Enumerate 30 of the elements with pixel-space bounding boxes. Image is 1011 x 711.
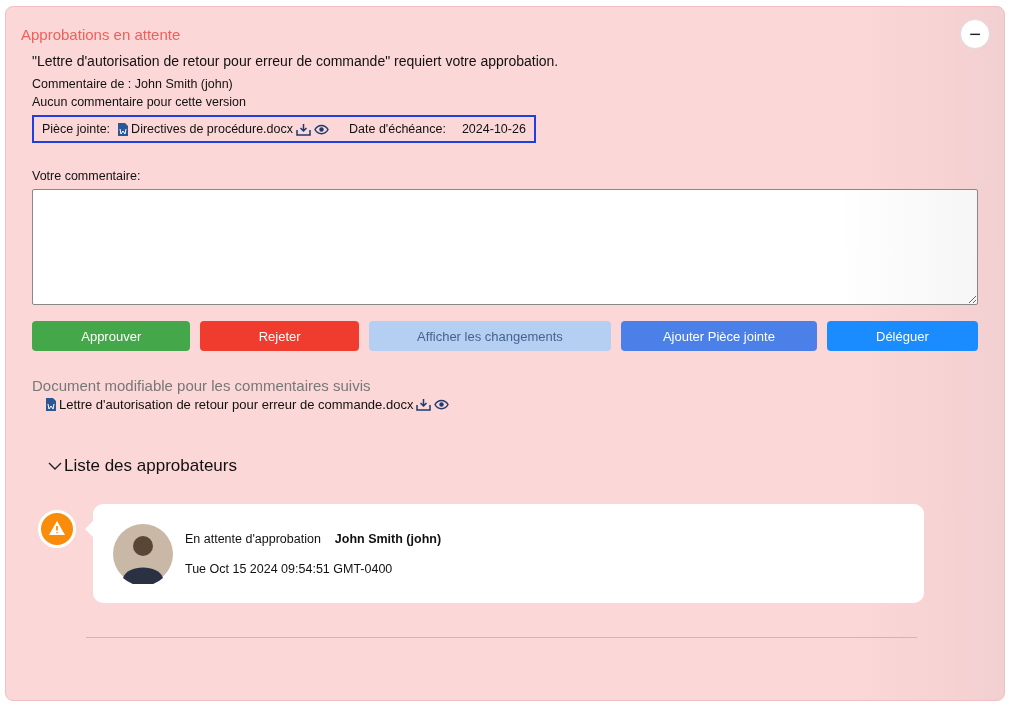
- approver-name: John Smith (john): [334, 531, 442, 546]
- download-icon[interactable]: [296, 122, 311, 136]
- warning-icon: [38, 510, 76, 548]
- eye-icon[interactable]: [434, 399, 450, 410]
- approval-status: En attente d'approbation: [185, 531, 321, 546]
- attachment-label: Pièce jointe:: [42, 122, 111, 136]
- comment-field[interactable]: [32, 189, 978, 305]
- action-button[interactable]: Approuver: [32, 321, 191, 351]
- eye-icon[interactable]: [314, 123, 329, 135]
- word-file-icon: [118, 122, 129, 136]
- due-date: 2024-10-26: [461, 122, 526, 136]
- comment-author: Commentaire de : John Smith (john): [32, 77, 234, 91]
- collapse-button[interactable]: −: [960, 19, 990, 49]
- approval-date: Tue Oct 15 2024 09:54:51 GMT-0400: [185, 561, 394, 576]
- action-button[interactable]: Déléguer: [826, 321, 978, 351]
- document-link[interactable]: Lettre d'autorisation de retour pour erreur de commande.docx: [59, 397, 414, 412]
- action-button[interactable]: Ajouter Pièce jointe: [621, 321, 817, 351]
- avatar-icon: [113, 523, 173, 584]
- chevron-icon: [48, 461, 62, 471]
- approvers-toggle[interactable]: Liste des approbateurs: [48, 456, 978, 476]
- section-heading: Document modifiable pour les commentaires suivis: [32, 377, 372, 394]
- comment-text: Aucun commentaire pour cette version: [32, 95, 247, 109]
- word-file-icon: [46, 398, 56, 411]
- download-icon[interactable]: [416, 398, 432, 411]
- panel-title: Approbations en attente: [21, 25, 181, 43]
- comment-label: Votre commentaire:: [32, 169, 142, 183]
- attachment-link[interactable]: Directives de procédure.docx: [131, 122, 293, 136]
- due-date-label: Date d'échéance:: [349, 122, 446, 136]
- approval-message: "Lettre d'autorisation de retour pour erreur de commande" requiert votre approbation.: [32, 53, 560, 69]
- action-button[interactable]: Rejeter: [200, 321, 359, 351]
